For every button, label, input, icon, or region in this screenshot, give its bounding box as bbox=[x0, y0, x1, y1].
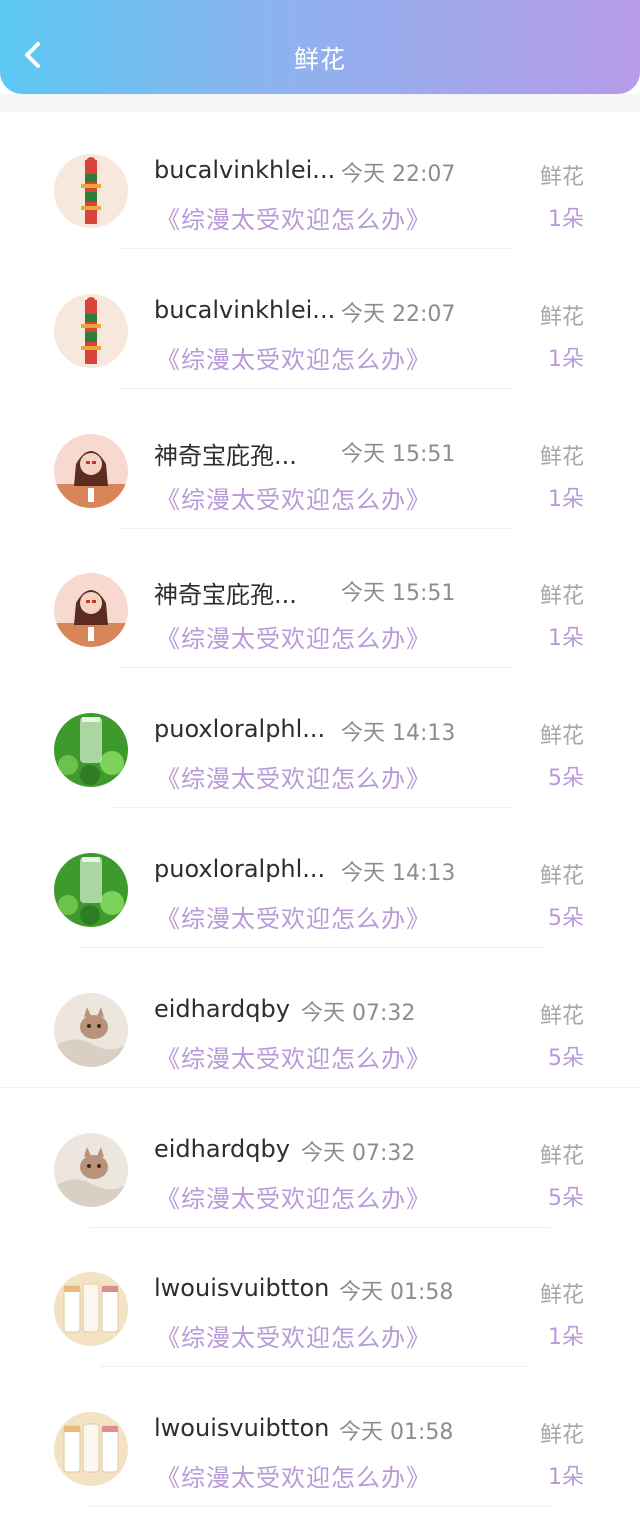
gift-type: 鲜花 bbox=[539, 1423, 584, 1449]
gift-count: 5朵 bbox=[548, 905, 584, 931]
gift-type: 鲜花 bbox=[539, 584, 584, 610]
divider bbox=[120, 248, 514, 249]
timestamp: 今天 22:07 bbox=[341, 162, 456, 187]
tower-avatar-icon bbox=[54, 154, 128, 228]
timestamp: 今天 14:13 bbox=[341, 860, 456, 886]
user-name: 神奇宝庇孢... bbox=[154, 581, 297, 610]
top-bar: 鲜花 bbox=[0, 0, 640, 94]
divider bbox=[120, 387, 514, 389]
divider bbox=[90, 1506, 550, 1508]
user-name: puoxloralphl... bbox=[154, 854, 326, 883]
timestamp: 今天 01:58 bbox=[339, 1280, 454, 1306]
gift-type: 鲜花 bbox=[539, 863, 584, 889]
list-item[interactable]: puoxloralphl... 今天 14:13 《综漫太受欢迎怎么办》 鲜花 … bbox=[0, 811, 640, 951]
timestamp: 今天 07:32 bbox=[301, 1000, 416, 1026]
gift-count: 5朵 bbox=[548, 1045, 584, 1071]
book-title: 《综漫太受欢迎怎么办》 bbox=[156, 1464, 431, 1493]
plant-avatar-icon bbox=[54, 713, 128, 788]
divider bbox=[110, 807, 510, 809]
book-title: 《综漫太受欢迎怎么办》 bbox=[156, 206, 431, 234]
list-item[interactable]: puoxloralphl... 今天 14:13 《综漫太受欢迎怎么办》 鲜花 … bbox=[0, 671, 640, 811]
timestamp: 今天 07:32 bbox=[301, 1140, 416, 1166]
book-title: 《综漫太受欢迎怎么办》 bbox=[156, 345, 431, 374]
divider bbox=[0, 1086, 640, 1088]
divider bbox=[100, 1366, 530, 1368]
book-title: 《综漫太受欢迎怎么办》 bbox=[156, 1324, 431, 1353]
gift-record-list: bucalvinkhlei... 今天 22:07 《综漫太受欢迎怎么办》 鲜花… bbox=[0, 112, 640, 1510]
divider bbox=[80, 946, 546, 948]
list-item[interactable]: 神奇宝庇孢... 今天 15:51 《综漫太受欢迎怎么办》 鲜花 1朵 bbox=[0, 531, 640, 671]
gift-count: 5朵 bbox=[548, 1185, 584, 1211]
gift-type: 鲜花 bbox=[539, 724, 584, 750]
cat-avatar-icon bbox=[54, 992, 128, 1067]
gift-count: 1朵 bbox=[548, 1325, 584, 1351]
book-title: 《综漫太受欢迎怎么办》 bbox=[156, 904, 431, 933]
gift-type: 鲜花 bbox=[539, 165, 584, 190]
user-name: puoxloralphl... bbox=[154, 715, 326, 744]
gift-count: 1朵 bbox=[548, 207, 584, 232]
user-name: 神奇宝庇孢... bbox=[154, 441, 297, 470]
user-name: bucalvinkhlei... bbox=[154, 295, 336, 324]
timestamp: 今天 01:58 bbox=[339, 1420, 454, 1446]
gift-type: 鲜花 bbox=[539, 304, 584, 330]
book-title: 《综漫太受欢迎怎么办》 bbox=[156, 1044, 431, 1073]
list-item[interactable]: bucalvinkhlei... 今天 22:07 《综漫太受欢迎怎么办》 鲜花… bbox=[0, 252, 640, 392]
book-title: 《综漫太受欢迎怎么办》 bbox=[156, 765, 431, 794]
page-title: 鲜花 bbox=[293, 45, 346, 74]
user-name: eidhardqby bbox=[154, 994, 290, 1023]
list-item[interactable]: lwouisvuibtton 今天 01:58 《综漫太受欢迎怎么办》 鲜花 1… bbox=[0, 1370, 640, 1510]
gift-count: 5朵 bbox=[548, 766, 584, 792]
user-name: lwouisvuibtton bbox=[154, 1414, 330, 1443]
timestamp: 今天 22:07 bbox=[341, 301, 456, 327]
header-spacer bbox=[0, 94, 640, 112]
list-item[interactable]: eidhardqby 今天 07:32 《综漫太受欢迎怎么办》 鲜花 5朵 bbox=[0, 1091, 640, 1231]
timestamp: 今天 15:51 bbox=[341, 441, 456, 467]
list-item[interactable]: bucalvinkhlei... 今天 22:07 《综漫太受欢迎怎么办》 鲜花… bbox=[0, 112, 640, 252]
book-title: 《综漫太受欢迎怎么办》 bbox=[156, 625, 431, 654]
user-name: lwouisvuibtton bbox=[154, 1274, 330, 1303]
book-title: 《综漫太受欢迎怎么办》 bbox=[156, 485, 431, 514]
gift-count: 1朵 bbox=[548, 486, 584, 512]
gift-count: 1朵 bbox=[548, 346, 584, 372]
tower-avatar-icon bbox=[54, 293, 128, 368]
list-item[interactable]: eidhardqby 今天 07:32 《综漫太受欢迎怎么办》 鲜花 5朵 bbox=[0, 951, 640, 1091]
user-name: bucalvinkhlei... bbox=[154, 156, 336, 184]
gift-count: 1朵 bbox=[548, 626, 584, 652]
divider bbox=[90, 1226, 550, 1228]
gift-type: 鲜花 bbox=[539, 1143, 584, 1169]
user-name: eidhardqby bbox=[154, 1134, 290, 1163]
gift-count: 1朵 bbox=[548, 1465, 584, 1491]
plant-avatar-icon bbox=[54, 852, 128, 927]
list-item[interactable]: lwouisvuibtton 今天 01:58 《综漫太受欢迎怎么办》 鲜花 1… bbox=[0, 1230, 640, 1370]
timestamp: 今天 15:51 bbox=[341, 581, 456, 607]
book-title: 《综漫太受欢迎怎么办》 bbox=[156, 1184, 431, 1213]
timestamp: 今天 14:13 bbox=[341, 721, 456, 747]
divider bbox=[120, 667, 514, 669]
girl-avatar-icon bbox=[54, 573, 128, 648]
cat-avatar-icon bbox=[54, 1132, 128, 1207]
list-item[interactable]: 神奇宝庇孢... 今天 15:51 《综漫太受欢迎怎么办》 鲜花 1朵 bbox=[0, 392, 640, 532]
gift-type: 鲜花 bbox=[539, 1283, 584, 1309]
boxes-avatar-icon bbox=[54, 1272, 128, 1347]
girl-avatar-icon bbox=[54, 433, 128, 508]
divider bbox=[120, 527, 514, 529]
boxes-avatar-icon bbox=[54, 1412, 128, 1487]
gift-type: 鲜花 bbox=[539, 444, 584, 470]
gift-type: 鲜花 bbox=[539, 1003, 584, 1029]
